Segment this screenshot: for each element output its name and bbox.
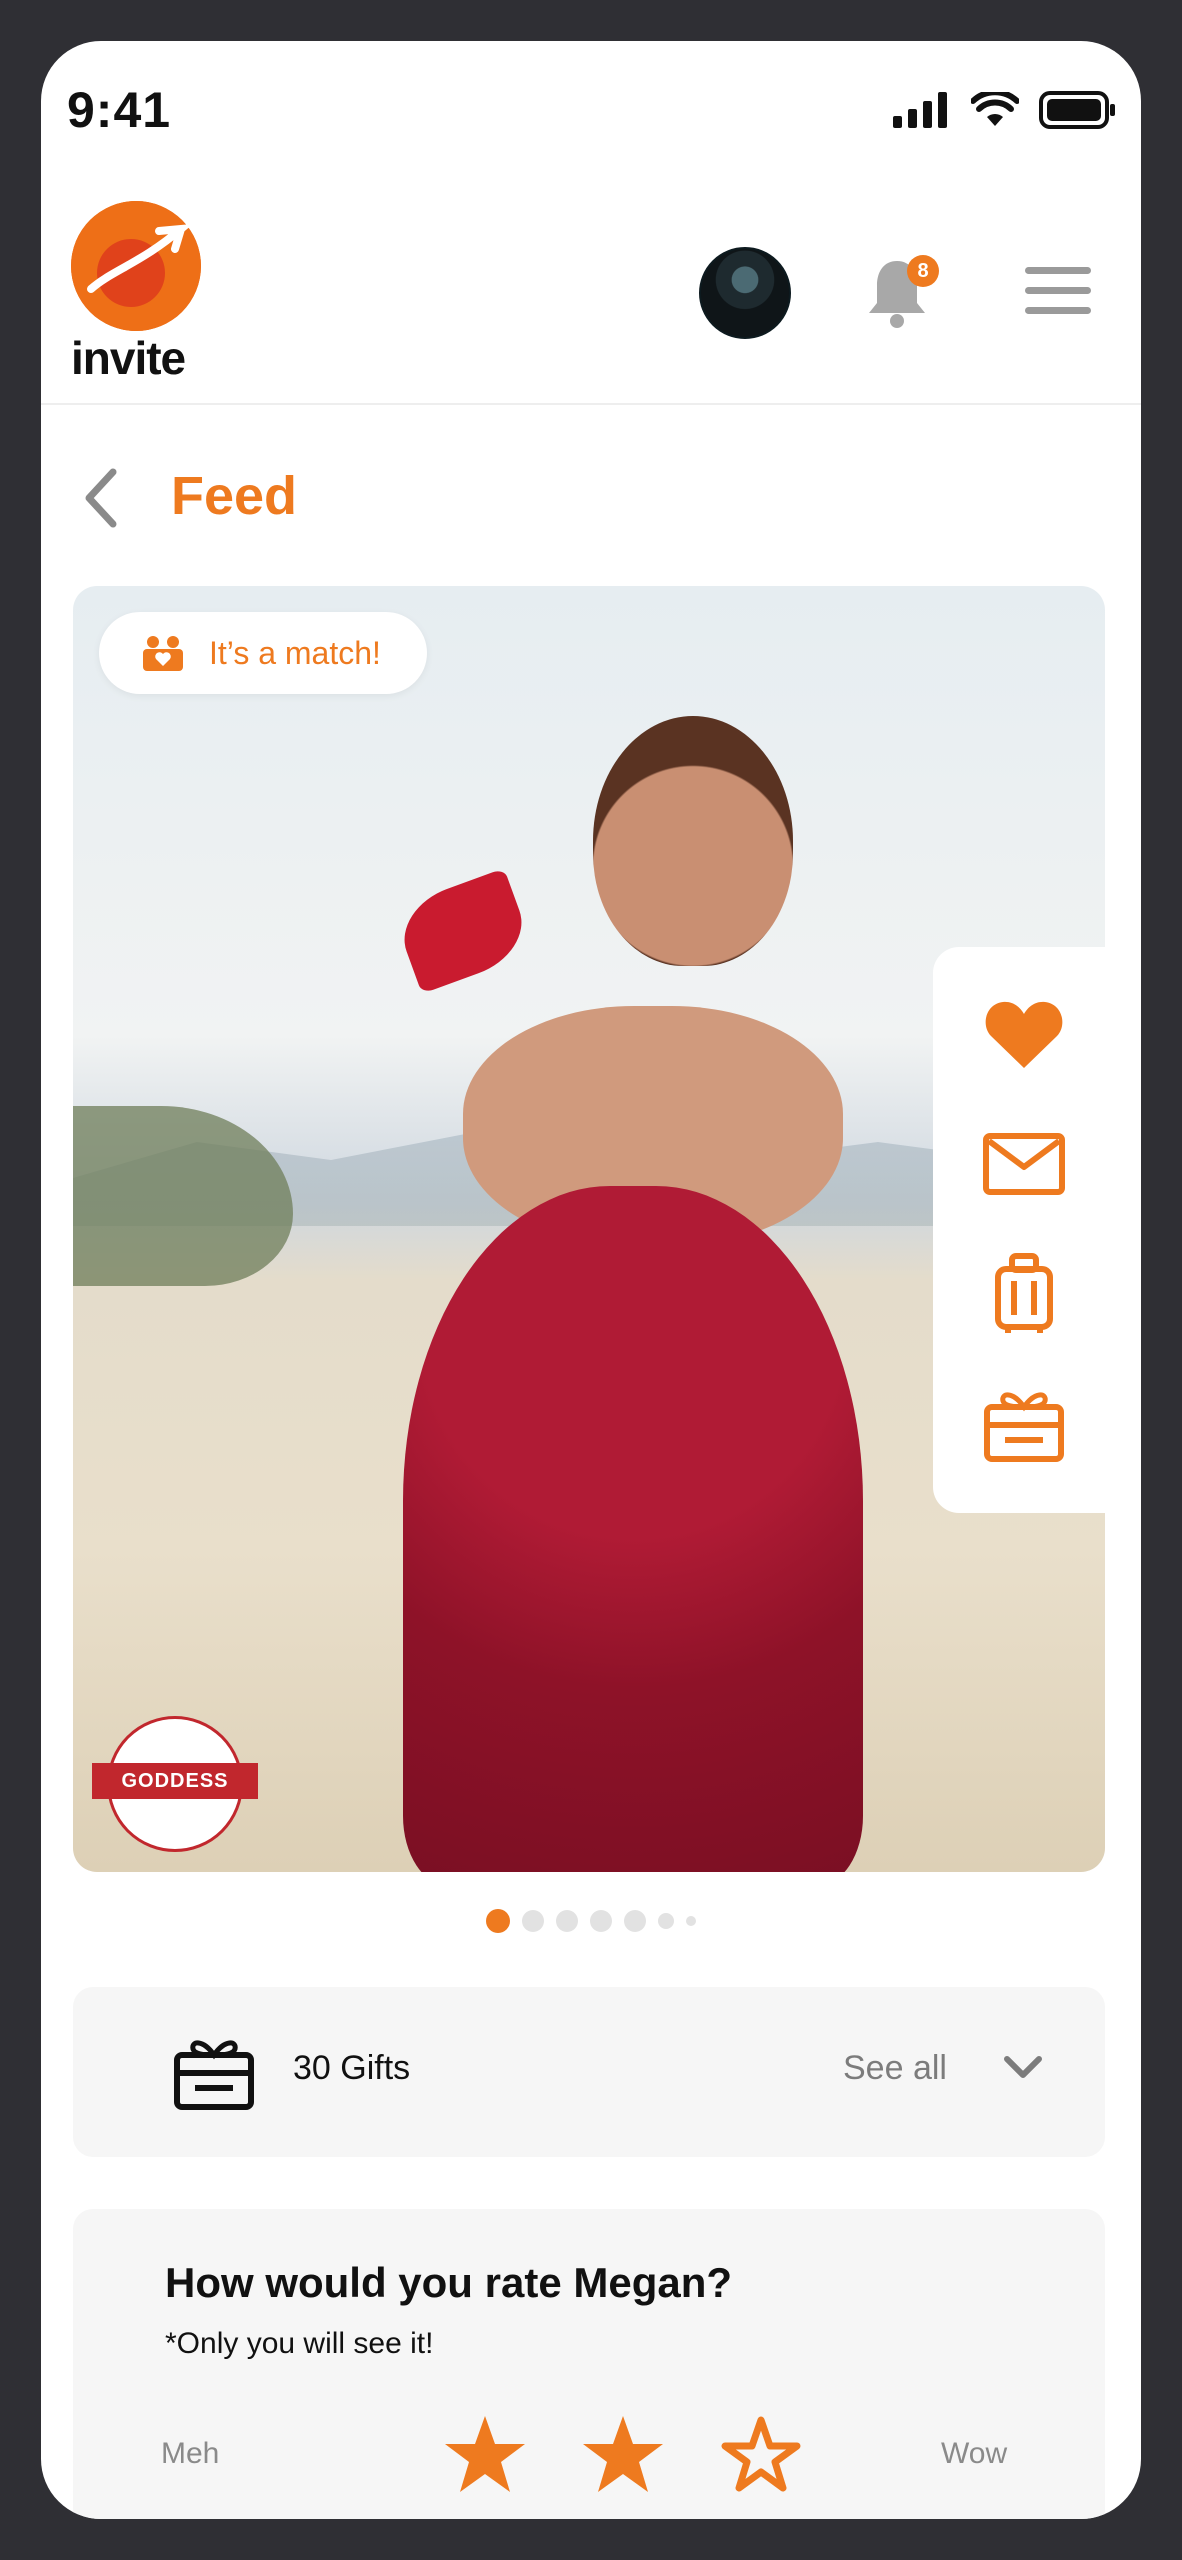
match-pill: It’s a match! [99,612,427,694]
photo-figure-head [593,716,793,966]
carousel-dot-7[interactable] [686,1916,696,1926]
logo-text: invite [71,332,186,384]
rating-high-label: Wow [941,2437,1008,2470]
gifts-row[interactable]: 30 Gifts See all [73,1987,1105,2157]
see-all-button[interactable]: See all [843,2049,947,2088]
app-logo[interactable] [71,201,201,331]
goddess-badge-text: GODDESS [92,1763,258,1799]
message-button[interactable] [981,1121,1067,1207]
chevron-down-icon[interactable] [1003,2053,1043,2083]
phone-screen: 9:41 invite 8 Feed It’s a match! GODDESS… [41,41,1141,2519]
match-label: It’s a match! [209,634,381,671]
wifi-icon [971,92,1019,126]
page-title: Feed [171,466,298,526]
carousel-dots[interactable] [41,1909,1141,1933]
battery-icon [1039,91,1115,129]
like-button[interactable] [981,991,1067,1077]
gifts-count-label: 30 Gifts [293,2049,411,2087]
trip-button[interactable] [981,1251,1067,1337]
carousel-dot-1[interactable] [486,1909,510,1933]
heart-icon [985,1001,1063,1068]
hamburger-menu-icon[interactable] [1025,267,1091,327]
status-time: 9:41 [67,82,172,138]
rating-note: *Only you will see it! [165,2327,434,2360]
gift-icon [984,1392,1064,1462]
logo-mark-icon [71,201,201,331]
rating-low-label: Meh [161,2437,220,2470]
header-divider [41,403,1141,405]
carousel-dot-4[interactable] [590,1910,612,1932]
photo-figure-dress [403,1186,863,1872]
goddess-badge: GODDESS [92,1716,258,1852]
back-chevron-icon[interactable] [81,466,121,530]
rating-question: How would you rate Megan? [165,2259,733,2306]
star-2-filled-icon[interactable] [581,2414,665,2494]
action-panel [933,947,1115,1513]
gift-box-icon [174,2040,254,2110]
rating-card: How would you rate Megan? *Only you will… [73,2209,1105,2519]
carousel-dot-3[interactable] [556,1910,578,1932]
gift-button[interactable] [981,1381,1067,1467]
photo-bush [73,1106,293,1286]
star-3-outline-icon[interactable] [719,2414,803,2494]
carousel-dot-5[interactable] [624,1910,646,1932]
avatar[interactable] [699,247,791,339]
signal-icon [893,92,947,128]
match-couple-icon [143,636,183,671]
notification-badge: 8 [907,255,939,287]
luggage-icon [995,1253,1053,1333]
star-1-filled-icon[interactable] [443,2414,527,2494]
mail-icon [983,1133,1065,1195]
carousel-dot-6[interactable] [658,1913,674,1929]
status-icons [893,91,1117,129]
carousel-dot-2[interactable] [522,1910,544,1932]
photo-feather [391,868,535,994]
